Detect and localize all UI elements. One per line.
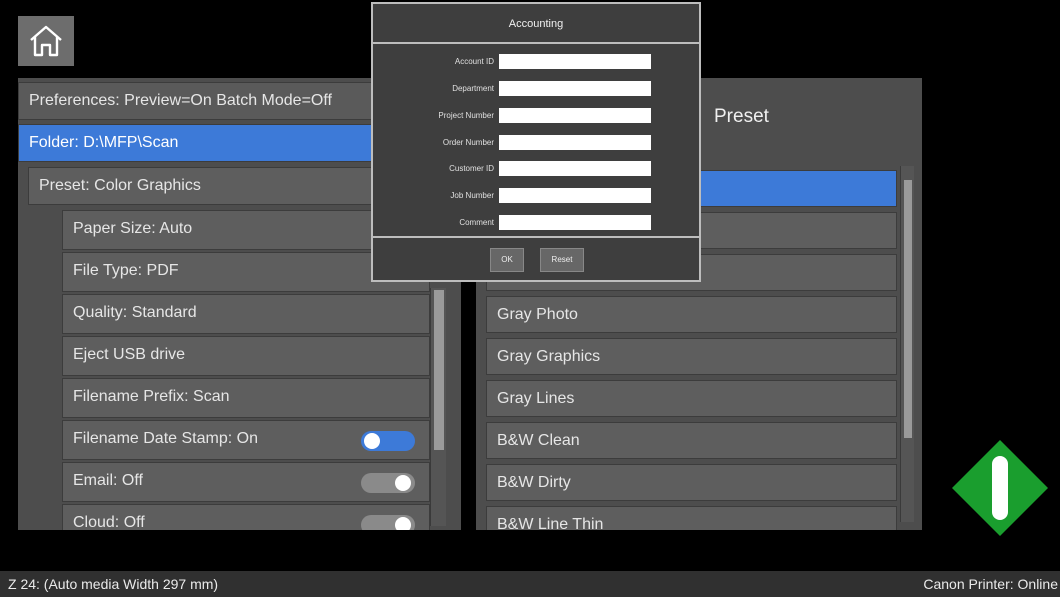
start-scan-icon <box>952 440 1048 536</box>
comment-input[interactable] <box>499 215 651 230</box>
setting-quality[interactable]: Quality: Standard <box>62 294 430 334</box>
job-number-label: Job Number <box>450 191 494 200</box>
setting-filename-date-stamp[interactable]: Filename Date Stamp: On <box>62 420 430 460</box>
project-number-input[interactable] <box>499 108 651 123</box>
setting-label: Cloud: Off <box>73 514 145 530</box>
settings-scrollbar[interactable] <box>430 288 446 526</box>
preset-item[interactable]: B&W Clean <box>486 422 897 459</box>
comment-label: Comment <box>459 218 494 227</box>
setting-label: Quality: Standard <box>73 304 197 321</box>
setting-cloud[interactable]: Cloud: Off <box>62 504 430 530</box>
preset-item[interactable]: B&W Dirty <box>486 464 897 501</box>
preset-item[interactable]: Gray Graphics <box>486 338 897 375</box>
setting-label: Eject USB drive <box>73 346 186 363</box>
setting-filename-prefix[interactable]: Filename Prefix: Scan <box>62 378 430 418</box>
media-status: Z 24: (Auto media Width 297 mm) <box>8 576 219 592</box>
eject-usb-button[interactable]: Eject USB drive <box>62 336 430 376</box>
setting-email[interactable]: Email: Off <box>62 462 430 502</box>
setting-label: Filename Date Stamp: On <box>73 430 258 447</box>
setting-label: Paper Size: Auto <box>73 220 193 237</box>
reset-button[interactable]: Reset <box>540 248 584 272</box>
preset-scrollbar[interactable] <box>900 166 914 522</box>
accounting-dialog: Accounting Account ID Department Project… <box>371 2 701 282</box>
preset-scroll-thumb[interactable] <box>904 180 912 438</box>
setting-label: File Type: PDF <box>73 262 179 279</box>
preset-item[interactable]: Gray Photo <box>486 296 897 333</box>
preset-item[interactable]: Gray Lines <box>486 380 897 417</box>
department-input[interactable] <box>499 81 651 96</box>
preset-item[interactable]: B&W Line Thin <box>486 506 897 530</box>
cloud-toggle[interactable] <box>361 515 415 530</box>
status-bar: Z 24: (Auto media Width 297 mm) Canon Pr… <box>0 571 1060 597</box>
email-toggle[interactable] <box>361 473 415 493</box>
home-icon <box>30 25 62 57</box>
dialog-divider <box>373 236 699 238</box>
department-label: Department <box>452 84 494 93</box>
settings-scroll-thumb[interactable] <box>434 290 444 450</box>
date-stamp-toggle[interactable] <box>361 431 415 451</box>
job-number-input[interactable] <box>499 188 651 203</box>
home-button[interactable] <box>18 16 74 66</box>
start-scan-button[interactable] <box>952 440 1048 536</box>
order-number-label: Order Number <box>442 138 494 147</box>
dialog-title: Accounting <box>373 4 699 44</box>
preset-panel-title: Preset <box>714 106 769 127</box>
order-number-input[interactable] <box>499 135 651 150</box>
customer-id-label: Customer ID <box>449 164 494 173</box>
printer-status: Canon Printer: Online <box>923 576 1058 592</box>
account-id-input[interactable] <box>499 54 651 69</box>
customer-id-input[interactable] <box>499 161 651 176</box>
project-number-label: Project Number <box>438 111 494 120</box>
setting-label: Email: Off <box>73 472 143 489</box>
account-id-label: Account ID <box>454 57 494 66</box>
ok-button[interactable]: OK <box>490 248 524 272</box>
setting-label: Filename Prefix: Scan <box>73 388 230 405</box>
